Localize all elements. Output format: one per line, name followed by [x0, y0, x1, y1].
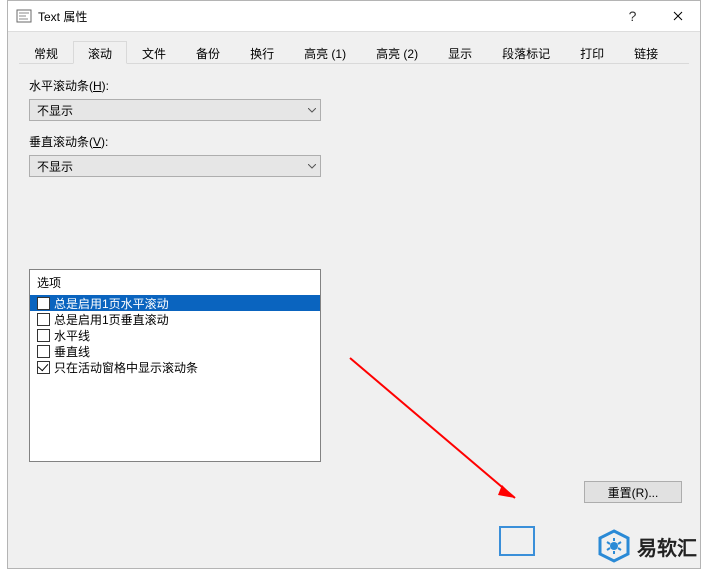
- tab-backup[interactable]: 备份: [181, 41, 235, 64]
- tab-print[interactable]: 打印: [565, 41, 619, 64]
- tab-general[interactable]: 常规: [19, 41, 73, 64]
- option-label: 只在活动窗格中显示滚动条: [54, 359, 198, 376]
- option-label: 水平线: [54, 327, 90, 344]
- hscroll-group: 水平滚动条(H): 不显示: [29, 77, 679, 121]
- reset-button[interactable]: 重置(R)...: [584, 481, 682, 503]
- option-label: 总是启用1页水平滚动: [54, 295, 169, 312]
- close-button[interactable]: [655, 2, 700, 31]
- option-row[interactable]: 垂直线: [30, 343, 320, 359]
- scroll-panel: 水平滚动条(H): 不显示 垂直滚动条(V): 不显示: [19, 64, 689, 462]
- help-button[interactable]: ?: [610, 2, 655, 31]
- checkbox[interactable]: [37, 329, 50, 342]
- chevron-down-icon: [303, 156, 320, 176]
- option-row[interactable]: 总是启用1页垂直滚动: [30, 311, 320, 327]
- tab-strip: 常规 滚动 文件 备份 换行 高亮 (1) 高亮 (2) 显示 段落标记 打印 …: [19, 41, 689, 64]
- hscroll-select[interactable]: 不显示: [29, 99, 321, 121]
- tab-scroll[interactable]: 滚动: [73, 41, 127, 64]
- hscroll-value: 不显示: [30, 102, 303, 119]
- chevron-down-icon: [303, 100, 320, 120]
- tab-link[interactable]: 链接: [619, 41, 673, 64]
- vscroll-group: 垂直滚动条(V): 不显示: [29, 133, 679, 177]
- app-icon: [16, 8, 32, 24]
- tab-file[interactable]: 文件: [127, 41, 181, 64]
- window-title: Text 属性: [38, 8, 610, 25]
- vscroll-value: 不显示: [30, 158, 303, 175]
- option-label: 总是启用1页垂直滚动: [54, 311, 169, 328]
- options-listbox[interactable]: 选项 总是启用1页水平滚动 总是启用1页垂直滚动 水平线 垂直线: [29, 269, 321, 462]
- option-row[interactable]: 只在活动窗格中显示滚动条: [30, 359, 320, 375]
- checkbox[interactable]: [37, 313, 50, 326]
- options-title: 选项: [30, 270, 320, 295]
- properties-dialog: Text 属性 ? 常规 滚动 文件 备份 换行 高亮 (1) 高亮 (2) 显…: [7, 0, 701, 569]
- option-row[interactable]: 水平线: [30, 327, 320, 343]
- tab-highlight1[interactable]: 高亮 (1): [289, 41, 361, 64]
- vscroll-label: 垂直滚动条(V):: [29, 133, 679, 150]
- checkbox[interactable]: [37, 345, 50, 358]
- tab-wrap[interactable]: 换行: [235, 41, 289, 64]
- checkbox[interactable]: [37, 297, 50, 310]
- hscroll-label: 水平滚动条(H):: [29, 77, 679, 94]
- vscroll-select[interactable]: 不显示: [29, 155, 321, 177]
- tab-highlight2[interactable]: 高亮 (2): [361, 41, 433, 64]
- tab-marks[interactable]: 段落标记: [487, 41, 565, 64]
- option-row[interactable]: 总是启用1页水平滚动: [30, 295, 320, 311]
- titlebar: Text 属性 ?: [8, 1, 700, 32]
- tab-display[interactable]: 显示: [433, 41, 487, 64]
- checkbox[interactable]: [37, 361, 50, 374]
- option-label: 垂直线: [54, 343, 90, 360]
